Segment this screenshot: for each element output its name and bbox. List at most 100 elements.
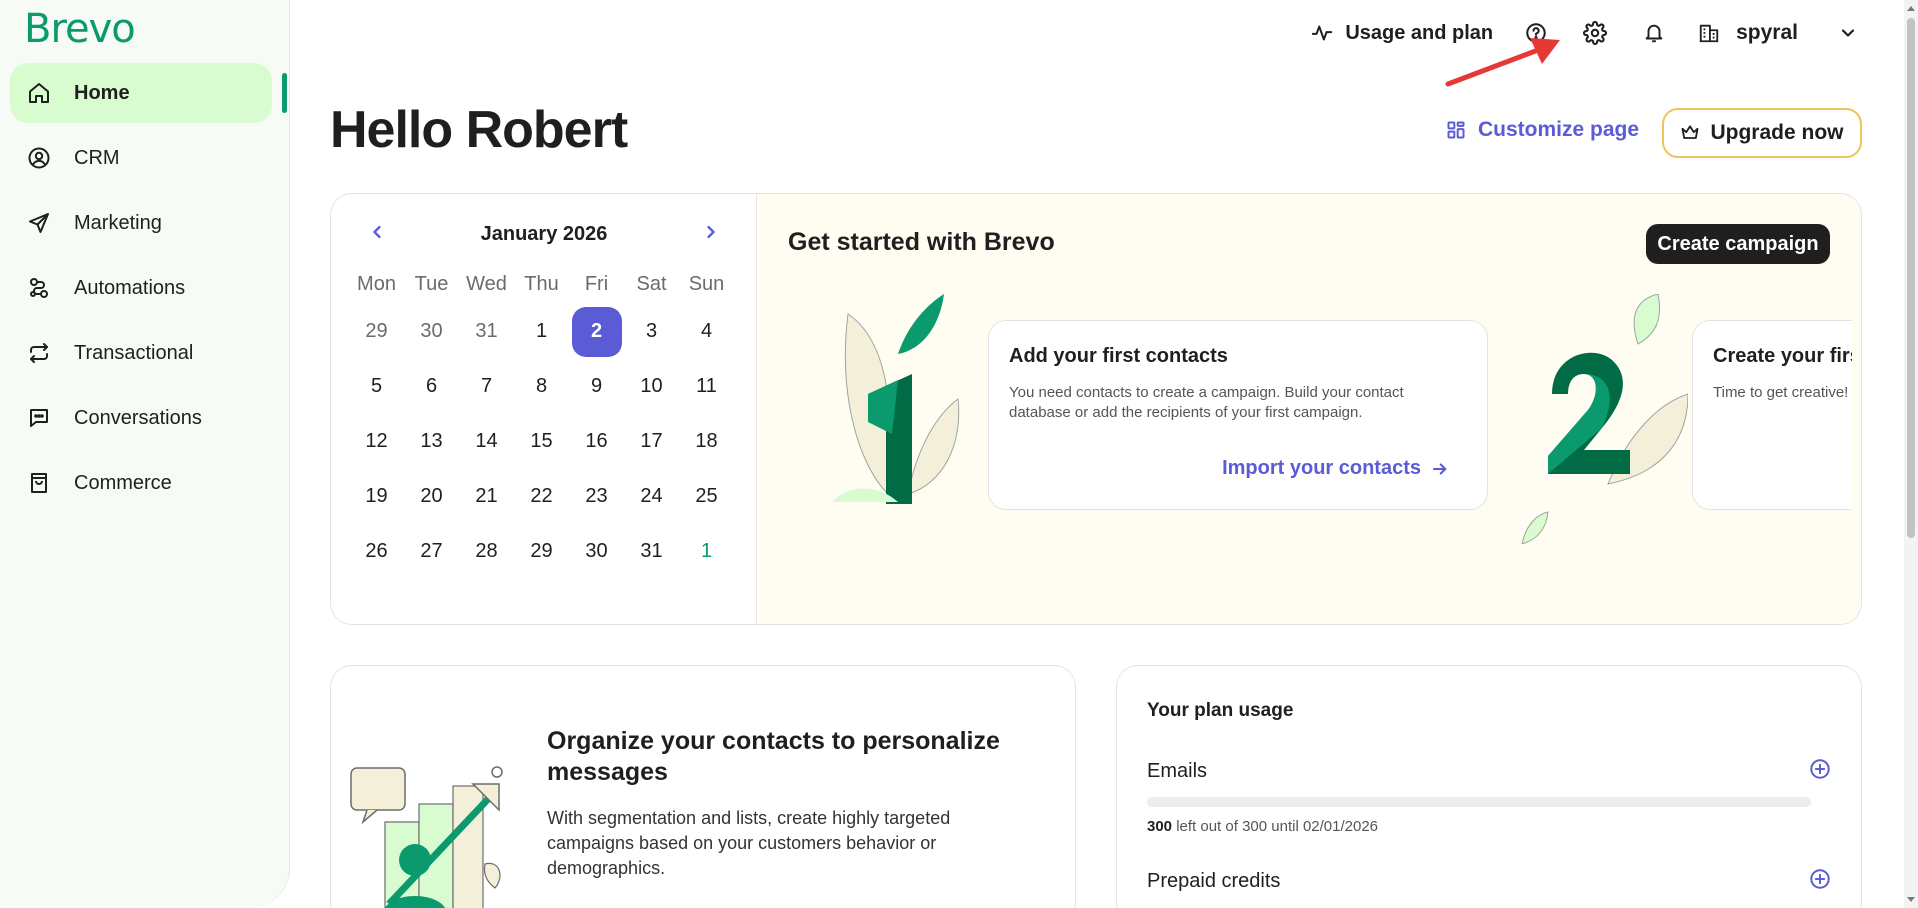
prepaid-credits-label: Prepaid credits: [1147, 870, 1281, 892]
organize-description: With segmentation and lists, create high…: [547, 808, 951, 878]
sidebar-item-label: Transactional: [74, 341, 194, 364]
calendar-day[interactable]: 9: [569, 375, 624, 398]
calendar-day[interactable]: 12: [349, 430, 404, 453]
calendar: January 2026 Mon Tue Wed Thu Fri Sat Sun…: [331, 194, 757, 624]
customize-page-label: Customize page: [1478, 118, 1640, 141]
calendar-day[interactable]: 21: [459, 485, 514, 508]
calendar-next-button[interactable]: [701, 222, 721, 247]
add-credits-button[interactable]: [1809, 868, 1831, 890]
emails-usage-rest: left out of 300 until 02/01/2026: [1172, 818, 1379, 835]
calendar-day[interactable]: 27: [404, 540, 459, 563]
calendar-day[interactable]: 10: [624, 375, 679, 398]
calendar-day[interactable]: 22: [514, 485, 569, 508]
import-contacts-label: Import your contacts: [1222, 457, 1421, 479]
calendar-day[interactable]: 19: [349, 485, 404, 508]
calendar-header: January 2026: [367, 222, 721, 247]
sidebar-item-automations[interactable]: Automations: [10, 258, 272, 318]
weekday-label: Tue: [414, 272, 449, 295]
calendar-weekdays: Mon Tue Wed Thu Fri Sat Sun: [349, 264, 734, 304]
calendar-prev-button[interactable]: [367, 222, 387, 247]
today-label: 2: [571, 306, 622, 357]
sidebar-item-transactional[interactable]: Transactional: [10, 323, 272, 383]
scroll-up-icon[interactable]: [1907, 4, 1915, 12]
add-emails-button[interactable]: [1809, 758, 1831, 780]
step-one-illustration: [832, 294, 960, 504]
calendar-day[interactable]: 13: [404, 430, 459, 453]
calendar-week: 29 30 31 1 2 3 4: [349, 304, 734, 359]
sidebar-item-label: Home: [74, 81, 130, 104]
calendar-week: 5 6 7 8 9 10 11: [349, 359, 734, 414]
emails-progress-bar: [1147, 797, 1811, 807]
scroll-down-icon[interactable]: [1907, 896, 1915, 904]
shopping-bag-icon: [26, 470, 52, 496]
sidebar-item-label: Automations: [74, 276, 186, 299]
user-circle-icon: [26, 145, 52, 171]
calendar-day[interactable]: 24: [624, 485, 679, 508]
calendar-day-today[interactable]: 2: [569, 306, 624, 357]
weekday-label: Fri: [584, 272, 609, 295]
account-name: spyral: [1736, 21, 1798, 44]
sidebar-item-marketing[interactable]: Marketing: [10, 193, 272, 253]
weekday-label: Mon: [357, 272, 396, 295]
calendar-day[interactable]: 25: [679, 485, 734, 508]
calendar-day[interactable]: 29: [514, 540, 569, 563]
import-contacts-link[interactable]: Import your contacts: [1222, 457, 1449, 480]
weekday-label: Sun: [688, 272, 725, 295]
calendar-day[interactable]: 30: [569, 540, 624, 563]
calendar-day[interactable]: 17: [624, 430, 679, 453]
calendar-day[interactable]: 18: [679, 430, 734, 453]
arrow-right-icon: [1432, 462, 1447, 475]
emails-usage-text: 300 left out of 300 until 02/01/2026: [1147, 818, 1378, 835]
settings-button[interactable]: [1580, 18, 1610, 48]
page-scrollbar[interactable]: [1904, 0, 1918, 908]
layout-icon: [1447, 121, 1465, 139]
sidebar-item-crm[interactable]: CRM: [10, 128, 272, 188]
calendar-day[interactable]: 8: [514, 375, 569, 398]
calendar-day[interactable]: 7: [459, 375, 514, 398]
automation-icon: [26, 275, 52, 301]
calendar-day[interactable]: 4: [679, 320, 734, 343]
calendar-day[interactable]: 6: [404, 375, 459, 398]
customize-page-button[interactable]: Customize page: [1446, 118, 1639, 142]
sidebar-item-home[interactable]: Home: [10, 63, 272, 123]
calendar-day[interactable]: 30: [404, 320, 459, 343]
calendar-day[interactable]: 3: [624, 320, 679, 343]
calendar-day[interactable]: 26: [349, 540, 404, 563]
sidebar-item-commerce[interactable]: Commerce: [10, 453, 272, 513]
calendar-day[interactable]: 28: [459, 540, 514, 563]
sidebar-item-label: Commerce: [74, 471, 172, 494]
calendar-day[interactable]: 1: [514, 320, 569, 343]
sidebar-item-label: Conversations: [74, 406, 202, 429]
calendar-day[interactable]: 15: [514, 430, 569, 453]
calendar-day[interactable]: 31: [624, 540, 679, 563]
weekday-label: Thu: [524, 272, 559, 295]
brevo-logo[interactable]: Brevo: [24, 6, 136, 52]
scrollbar-thumb[interactable]: [1907, 18, 1915, 538]
account-menu[interactable]: spyral: [1698, 21, 1858, 45]
calendar-day[interactable]: 20: [404, 485, 459, 508]
chevron-down-icon: [1838, 23, 1858, 43]
calendar-grid: Mon Tue Wed Thu Fri Sat Sun 29 30 31 1 2…: [349, 264, 734, 579]
calendar-week: 12 13 14 15 16 17 18: [349, 414, 734, 469]
step-description: You need contacts to create a campaign. …: [1009, 384, 1404, 421]
sidebar-nav: Home CRM Marketing Automations Transacti…: [10, 63, 272, 518]
create-campaign-button[interactable]: Create campaign: [1646, 224, 1830, 264]
step-title: Add your first contacts: [1009, 345, 1228, 367]
get-started-title: Get started with Brevo: [788, 228, 1055, 256]
calendar-day[interactable]: 14: [459, 430, 514, 453]
upgrade-now-button[interactable]: Upgrade now: [1662, 108, 1862, 158]
calendar-day[interactable]: 11: [679, 375, 734, 398]
calendar-day[interactable]: 1: [679, 540, 734, 563]
calendar-day[interactable]: 16: [569, 430, 624, 453]
notifications-button[interactable]: [1639, 18, 1669, 48]
segmentation-illustration: [350, 766, 503, 908]
calendar-day[interactable]: 5: [349, 375, 404, 398]
bell-icon: [1645, 24, 1663, 43]
repeat-icon: [26, 340, 52, 366]
sidebar-item-conversations[interactable]: Conversations: [10, 388, 272, 448]
weekday-label: Sat: [636, 272, 667, 295]
calendar-day[interactable]: 29: [349, 320, 404, 343]
calendar-day[interactable]: 31: [459, 320, 514, 343]
calendar-day[interactable]: 23: [569, 485, 624, 508]
weekday-label: Wed: [466, 272, 507, 295]
